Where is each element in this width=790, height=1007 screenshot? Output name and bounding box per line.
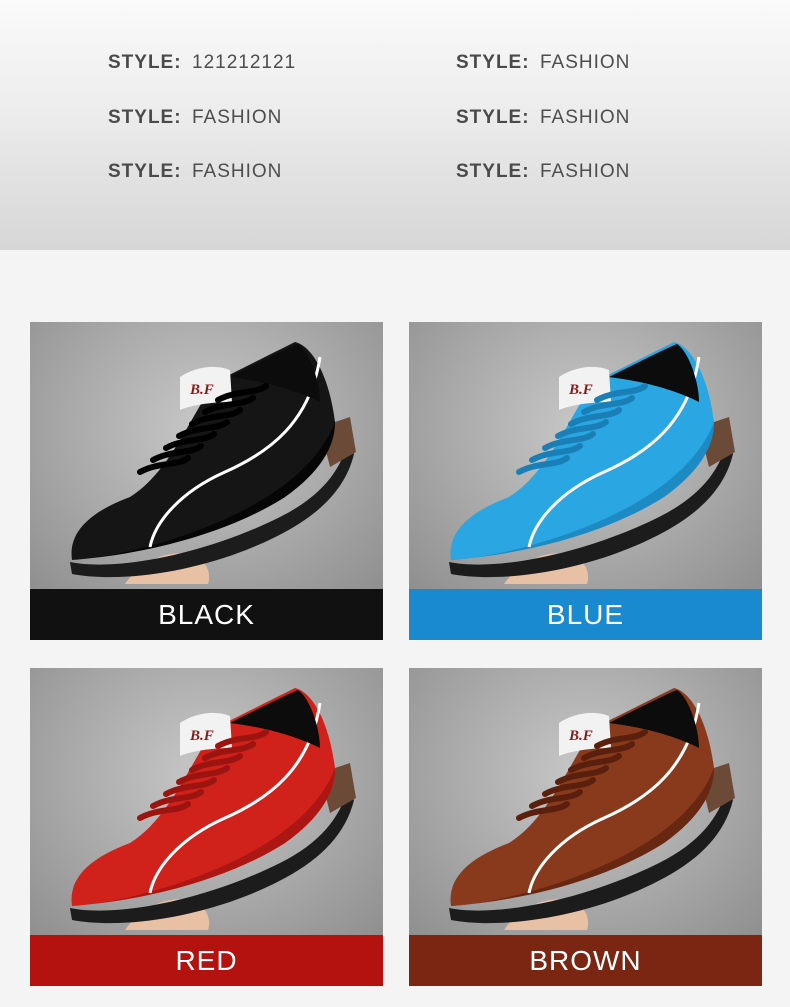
spec-value: FASHION: [540, 107, 631, 128]
shoe-photo: B.F: [30, 668, 383, 935]
spec-panel: STYLE: 121212121 STYLE: FASHION STYLE: F…: [0, 0, 790, 250]
color-label: BLUE: [409, 589, 762, 640]
spec-key: STYLE:: [456, 161, 530, 182]
product-card-black[interactable]: B.F BLACK: [30, 322, 383, 640]
product-card-brown[interactable]: B.F BROWN: [409, 668, 762, 986]
spec-value: FASHION: [192, 107, 283, 128]
spec-item: STYLE: FASHION: [456, 161, 630, 183]
spec-item: STYLE: 121212121: [108, 52, 296, 74]
shoe-illustration: B.F: [70, 688, 356, 930]
product-card-blue[interactable]: B.F BLUE: [409, 322, 762, 640]
spec-item: STYLE: FASHION: [108, 107, 282, 129]
spec-key: STYLE:: [108, 52, 182, 73]
shoe-illustration: B.F: [449, 342, 735, 584]
color-label: RED: [30, 935, 383, 986]
spec-value: FASHION: [540, 161, 631, 182]
shoe-photo: B.F: [30, 322, 383, 589]
spec-key: STYLE:: [456, 52, 530, 73]
spec-key: STYLE:: [108, 107, 182, 128]
tongue-logo: B.F: [568, 382, 593, 398]
tongue-logo: B.F: [189, 382, 214, 398]
spec-value: FASHION: [192, 161, 283, 182]
tongue-logo: B.F: [189, 728, 214, 744]
color-label: BLACK: [30, 589, 383, 640]
shoe-photo: B.F: [409, 668, 762, 935]
product-card-red[interactable]: B.F RED: [30, 668, 383, 986]
spec-key: STYLE:: [108, 161, 182, 182]
spec-item: STYLE: FASHION: [456, 107, 630, 129]
shoe-illustration: B.F: [70, 342, 356, 584]
shoe-illustration: B.F: [449, 688, 735, 930]
shoe-photo: B.F: [409, 322, 762, 589]
tongue-logo: B.F: [568, 728, 593, 744]
spec-value: 121212121: [192, 52, 297, 73]
color-label: BROWN: [409, 935, 762, 986]
spec-item: STYLE: FASHION: [456, 52, 630, 74]
spec-value: FASHION: [540, 52, 631, 73]
spec-key: STYLE:: [456, 107, 530, 128]
spec-item: STYLE: FASHION: [108, 161, 282, 183]
